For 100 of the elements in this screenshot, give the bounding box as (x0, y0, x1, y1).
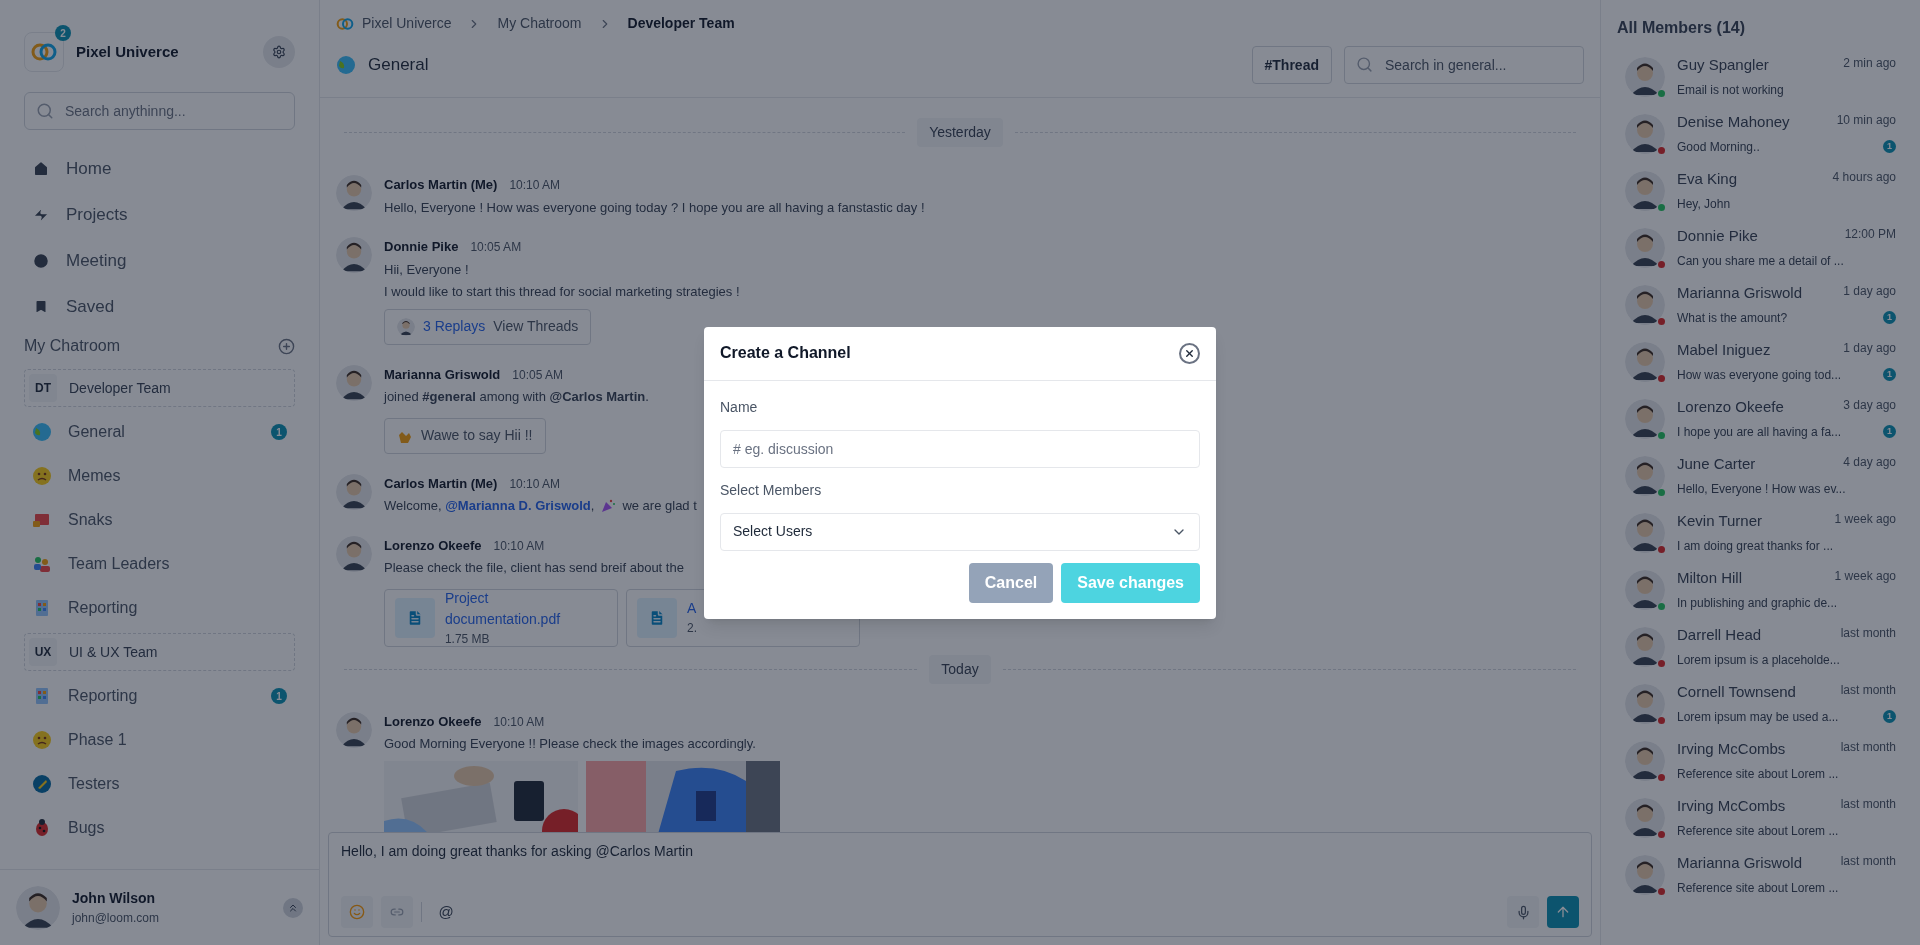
name-field[interactable]: # eg. discussion (720, 429, 1200, 468)
member-item[interactable]: Eva King 4 hours ago Hey, John (1601, 162, 1920, 219)
message-time: 2 min ago (1843, 55, 1896, 73)
member-item[interactable]: Donnie Pike 12:00 PM Can you share me a detail of ... (1601, 219, 1920, 276)
settings-button[interactable] (263, 36, 295, 68)
channel-item[interactable]: Bugs (24, 806, 295, 850)
search-icon (36, 102, 54, 120)
channel-item[interactable]: Memes (24, 454, 295, 498)
people-icon (32, 554, 52, 574)
member-name: Lorenzo Okeefe (1677, 397, 1784, 418)
channel-item[interactable]: Reporting (24, 586, 295, 630)
avatar (397, 317, 415, 336)
channel-item[interactable]: Reporting 1 (24, 674, 295, 718)
member-item[interactable]: June Carter 4 day ago Hello, Everyone ! How was ev... (1601, 447, 1920, 504)
team-item[interactable]: UX UI & UX Team (24, 633, 295, 671)
nav-item[interactable]: Saved (32, 284, 287, 330)
file-attachment[interactable]: Project documentation.pdf 1.75 MB (384, 588, 618, 647)
channel-item[interactable]: Team Leaders (24, 542, 295, 586)
member-item[interactable]: Darrell Head last month Lorem ipsum is a placeholde... (1601, 618, 1920, 675)
member-item[interactable]: Irving McCombs last month Reference site about Lorem ... (1601, 789, 1920, 846)
unread-badge: 1 (271, 424, 287, 440)
home-icon (32, 160, 50, 178)
message-preview: Lorem ipsum is a placeholde... (1677, 651, 1840, 669)
channel-item[interactable]: General 1 (24, 410, 295, 454)
message-time: 1 day ago (1843, 283, 1896, 301)
file-icon (637, 597, 677, 638)
member-item[interactable]: Lorenzo Okeefe 3 day ago I hope you are all having a fa... 1 (1601, 390, 1920, 447)
message-time: last month (1840, 739, 1896, 757)
avatar (336, 175, 372, 211)
emoji-button[interactable] (341, 896, 373, 928)
message-time: last month (1840, 853, 1896, 871)
globe-icon (336, 55, 356, 75)
member-item[interactable]: Marianna Griswold 1 day ago What is the amount? 1 (1601, 276, 1920, 333)
nav-item[interactable]: Meeting (32, 238, 287, 284)
message-composer[interactable]: Hello, I am doing great thanks for asking @Carlos Martin @ (328, 832, 1592, 937)
channel-item[interactable]: Testers (24, 762, 295, 806)
thread-link[interactable]: 3 Replays View Threads (384, 308, 592, 345)
thread-button[interactable]: #Thread (1251, 46, 1332, 84)
members-select[interactable]: Select Users (720, 512, 1200, 551)
file-size: 1.75 MB (444, 630, 491, 648)
message-time: 10:10 AM (509, 475, 561, 493)
field-label: Name (720, 397, 758, 417)
channel-name: Bugs (68, 818, 106, 838)
message-preview: Good Morning.. (1677, 138, 1760, 156)
member-item[interactable]: Guy Spangler 2 min ago Email is not working (1601, 48, 1920, 105)
member-name: Milton Hill (1677, 568, 1742, 589)
team-item[interactable]: DT Developer Team (24, 369, 295, 407)
message-preview: Hello, Everyone ! How was ev... (1677, 480, 1846, 498)
message-time: 10:10 AM (493, 537, 545, 555)
avatar (1625, 398, 1665, 439)
member-name: Kevin Turner (1677, 511, 1763, 532)
field-label: Select Members (720, 480, 822, 500)
channel-search-field[interactable]: Search in general... (1344, 46, 1584, 84)
member-item[interactable]: Denise Mahoney 10 min ago Good Morning.. 1 (1601, 105, 1920, 162)
member-item[interactable]: Milton Hill 1 week ago In publishing and graphic de... (1601, 561, 1920, 618)
add-icon[interactable] (278, 337, 295, 355)
message-text: Hello, Everyone ! How was everyone going today ? I hope you are all having a fanstastic day ! (384, 198, 925, 217)
unread-badge: 1 (1883, 140, 1896, 154)
message-time: last month (1840, 625, 1896, 643)
message-preview: Email is not working (1677, 81, 1784, 99)
breadcrumb-link[interactable]: My Chatroom (497, 13, 582, 34)
section-title: My Chatroom (24, 336, 121, 356)
message-time: 1 week ago (1834, 568, 1896, 586)
avatar (336, 711, 372, 748)
avatar (336, 364, 372, 401)
nav-item[interactable]: Home (32, 146, 287, 192)
microphone-button[interactable] (1507, 896, 1539, 928)
expand-button[interactable] (283, 897, 303, 918)
close-button[interactable] (1179, 342, 1200, 364)
author-name: Carlos Martin (Me) (384, 474, 498, 493)
author-name: Lorenzo Okeefe (384, 712, 482, 731)
pencil-icon (32, 774, 52, 794)
breadcrumb-link[interactable]: Developer Team (627, 13, 735, 34)
file-name: A (687, 599, 697, 618)
member-item[interactable]: Irving McCombs last month Reference site about Lorem ... (1601, 732, 1920, 789)
mention-link[interactable]: @Marianna D. Griswold (445, 496, 591, 516)
unread-badge: 1 (1883, 311, 1896, 325)
globe-icon (32, 422, 52, 442)
mention-button[interactable]: @ (430, 896, 462, 928)
message-input[interactable]: Hello, I am doing great thanks for asking @Carlos Martin (341, 841, 1579, 896)
member-item[interactable]: Marianna Griswold last month Reference site about Lorem ... (1601, 846, 1920, 903)
file-size: 2. (687, 620, 697, 637)
channel-name: Reporting (68, 686, 139, 706)
channel-item[interactable]: Snaks (24, 498, 295, 542)
message-preview: Lorem ipsum may be used a... (1677, 708, 1839, 726)
member-item[interactable]: Mabel Iniguez 1 day ago How was everyone going tod... 1 (1601, 333, 1920, 390)
author-name: Lorenzo Okeefe (384, 536, 482, 555)
message-text: , (590, 497, 595, 515)
logo-icon (336, 17, 354, 30)
breadcrumb-link[interactable]: Pixel Univerce (362, 13, 452, 34)
search-field[interactable]: Search anythinng... (24, 92, 295, 130)
avatar (1625, 740, 1665, 781)
message-time: 3 day ago (1843, 397, 1896, 415)
member-item[interactable]: Cornell Townsend last month Lorem ipsum may be used a... 1 (1601, 675, 1920, 732)
message-preview: In publishing and graphic de... (1677, 594, 1838, 612)
nav-item[interactable]: Projects (32, 192, 287, 238)
member-item[interactable]: Kevin Turner 1 week ago I am doing great thanks for ... (1601, 504, 1920, 561)
channel-item[interactable]: Phase 1 (24, 718, 295, 762)
reaction-button[interactable]: Wawe to say Hii !! (384, 417, 546, 454)
send-button[interactable] (1547, 896, 1579, 928)
